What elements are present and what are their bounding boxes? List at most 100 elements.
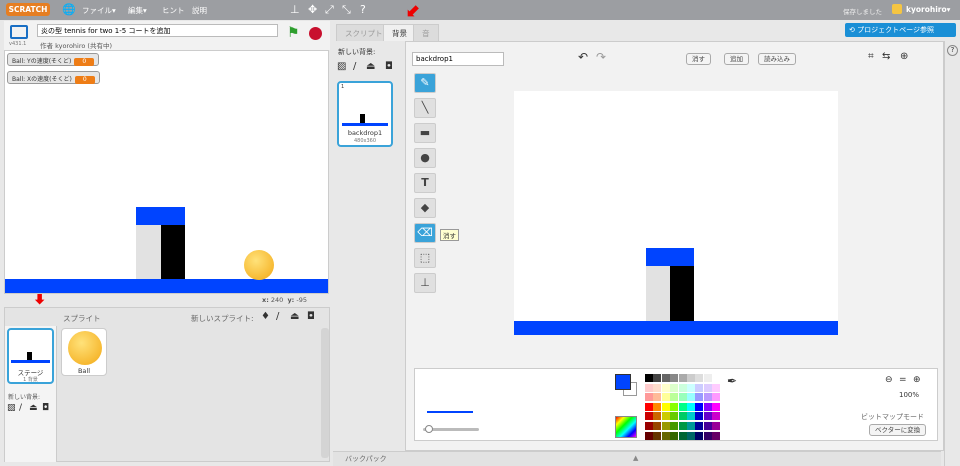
palette-swatch[interactable] <box>645 402 653 411</box>
palette-swatch[interactable] <box>703 412 712 421</box>
palette-swatch[interactable] <box>687 402 695 411</box>
palette-swatch[interactable] <box>712 374 721 382</box>
palette-swatch[interactable] <box>670 374 679 382</box>
green-flag-icon[interactable]: ⚑ <box>287 25 300 41</box>
shrink-icon[interactable]: ⤡ <box>342 3 351 17</box>
palette-swatch[interactable] <box>653 374 662 382</box>
camera-icon[interactable]: ◘ <box>307 311 315 322</box>
palette-swatch[interactable] <box>712 412 721 421</box>
palette-swatch[interactable] <box>695 422 704 430</box>
convert-to-vector-button[interactable]: ベクターに変換 <box>869 424 927 436</box>
paint-backdrop-icon[interactable]: / <box>353 61 356 72</box>
zoom-in-icon[interactable]: ⊕ <box>913 375 921 385</box>
palette-swatch[interactable] <box>670 402 679 411</box>
palette-swatch[interactable] <box>703 422 712 430</box>
stamp-icon[interactable]: ⊥ <box>290 3 300 16</box>
palette-swatch[interactable] <box>661 393 670 402</box>
palette-swatch[interactable] <box>670 393 679 402</box>
add-button[interactable]: 追加 <box>724 53 749 65</box>
expand-icon[interactable]: ⤢ <box>325 3 334 17</box>
palette-swatch[interactable] <box>695 402 704 411</box>
backdrop-library-icon[interactable]: ▨ <box>337 61 346 72</box>
crop-icon[interactable]: ⌗ <box>868 51 874 62</box>
palette-swatch[interactable] <box>687 412 695 421</box>
backdrop-thumbnail[interactable]: 1 backdrop1 480x360 <box>337 81 393 147</box>
palette-swatch[interactable] <box>661 374 670 382</box>
camera-backdrop-icon[interactable]: ◘ <box>42 403 49 413</box>
choose-sprite-icon[interactable]: ♦ <box>261 311 270 322</box>
palette-swatch[interactable] <box>645 412 653 421</box>
line-tool[interactable]: ╲ <box>414 98 436 118</box>
palette-swatch[interactable] <box>678 393 687 402</box>
palette-swatch[interactable] <box>653 412 662 421</box>
tab-sounds[interactable]: 音 <box>413 24 439 41</box>
presentation-mode-icon[interactable] <box>10 25 28 39</box>
import-button[interactable]: 読み込み <box>758 53 796 65</box>
zoom-reset-icon[interactable]: = <box>899 375 907 385</box>
palette-swatch[interactable] <box>678 422 687 430</box>
see-project-page-button[interactable]: ⟲ プロジェクトページ参照 <box>845 23 956 37</box>
paint-backdrop-icon[interactable]: / <box>19 403 22 413</box>
palette-swatch[interactable] <box>678 374 687 382</box>
palette-swatch[interactable] <box>653 431 662 440</box>
menu-about[interactable]: 説明 <box>192 5 207 16</box>
palette-swatch[interactable] <box>670 412 679 421</box>
palette-swatch[interactable] <box>670 383 679 392</box>
palette-swatch[interactable] <box>703 431 712 440</box>
fill-tool[interactable]: ◆ <box>414 198 436 218</box>
palette-swatch[interactable] <box>703 393 712 402</box>
palette-swatch[interactable] <box>703 383 712 392</box>
palette-swatch[interactable] <box>645 431 653 440</box>
stage-thumbnail[interactable]: ステージ 1 背景 <box>7 328 54 384</box>
upload-sprite-icon[interactable]: ⏏ <box>290 311 299 322</box>
rectangle-tool[interactable]: ▬ <box>414 123 436 143</box>
palette-swatch[interactable] <box>687 393 695 402</box>
palette-swatch[interactable] <box>645 383 653 392</box>
palette-swatch[interactable] <box>678 431 687 440</box>
palette-swatch[interactable] <box>712 383 721 392</box>
help-icon[interactable]: ? <box>947 45 958 56</box>
scratch-logo[interactable]: SCRATCH <box>6 3 50 16</box>
set-center-icon[interactable]: ⊕ <box>900 51 908 62</box>
palette-swatch[interactable] <box>695 374 704 382</box>
user-avatar[interactable] <box>892 4 902 14</box>
sprite-scrollbar[interactable] <box>321 328 329 458</box>
palette-swatch[interactable] <box>687 374 695 382</box>
user-menu[interactable]: kyorohiro▾ <box>906 5 950 14</box>
brush-tool[interactable]: ✎ <box>414 73 436 93</box>
menu-tips[interactable]: ヒント <box>162 5 185 16</box>
project-title-input[interactable] <box>37 24 278 37</box>
flip-horizontal-icon[interactable]: ⇆ <box>882 51 890 62</box>
palette-swatch[interactable] <box>712 402 721 411</box>
color-palette[interactable] <box>645 374 721 442</box>
palette-swatch[interactable] <box>645 393 653 402</box>
palette-swatch[interactable] <box>661 383 670 392</box>
stamp-tool[interactable]: ⊥ <box>414 273 436 293</box>
palette-swatch[interactable] <box>695 383 704 392</box>
palette-swatch[interactable] <box>687 422 695 430</box>
ball-sprite[interactable] <box>244 250 274 280</box>
backdrop-library-icon[interactable]: ▨ <box>7 403 16 413</box>
primary-color[interactable] <box>615 374 631 390</box>
palette-swatch[interactable] <box>703 402 712 411</box>
clear-button[interactable]: 消す <box>686 53 711 65</box>
palette-swatch[interactable] <box>661 402 670 411</box>
palette-swatch[interactable] <box>687 383 695 392</box>
paint-sprite-icon[interactable]: / <box>276 311 279 322</box>
palette-swatch[interactable] <box>703 374 712 382</box>
palette-swatch[interactable] <box>653 393 662 402</box>
palette-swatch[interactable] <box>653 383 662 392</box>
palette-swatch[interactable] <box>661 431 670 440</box>
palette-swatch[interactable] <box>687 431 695 440</box>
stop-icon[interactable] <box>309 27 322 40</box>
eyedropper-icon[interactable]: ✒ <box>727 374 737 388</box>
ellipse-tool[interactable]: ● <box>414 148 436 168</box>
undo-icon[interactable]: ↶ <box>578 50 588 64</box>
camera-backdrop-icon[interactable]: ◘ <box>385 61 393 72</box>
costume-name-input[interactable] <box>412 52 504 66</box>
stage[interactable]: Ball: Yの速度(そくど) 0 Ball: Xの速度(そくど) 0 <box>4 50 329 294</box>
palette-swatch[interactable] <box>653 422 662 430</box>
chevron-up-icon[interactable]: ▲ <box>633 454 638 462</box>
color-picker[interactable] <box>615 416 637 438</box>
palette-swatch[interactable] <box>645 374 653 382</box>
